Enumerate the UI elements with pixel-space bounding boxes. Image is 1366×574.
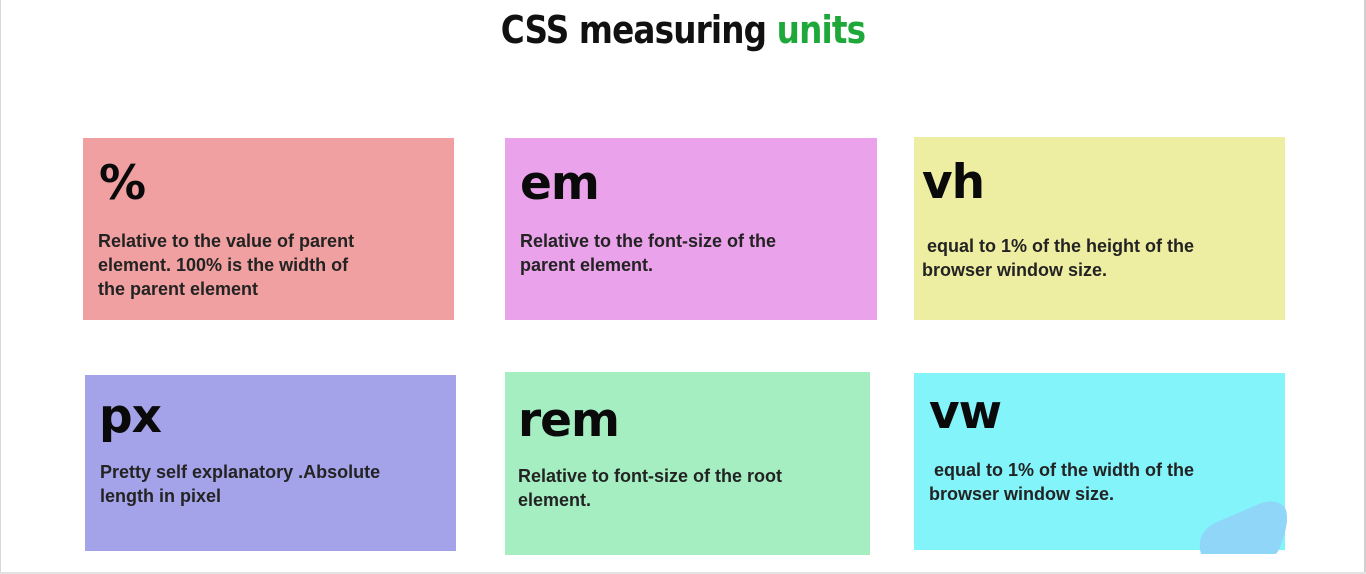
description-line: the parent element: [98, 279, 259, 299]
page-border-left: [0, 0, 1, 574]
unit-symbol: %: [99, 156, 146, 211]
unit-card-vh: vh equal to 1% of the height of the brow…: [914, 137, 1285, 320]
description-line: Relative to the font-size of the: [520, 231, 777, 251]
unit-symbol: vw: [929, 385, 1002, 440]
title-prefix: CSS measuring: [500, 8, 777, 52]
unit-symbol: px: [99, 389, 162, 444]
unit-card-rem: rem Relative to font-size of the root el…: [505, 372, 870, 555]
description-line: element.: [518, 490, 592, 510]
description-line: parent element.: [520, 255, 654, 275]
unit-description: Relative to the font-size of the parent …: [520, 229, 776, 277]
description-line: length in pixel: [100, 486, 222, 506]
description-line: element. 100% is the width of: [98, 255, 349, 275]
unit-description: equal to 1% of the height of the browser…: [922, 234, 1194, 282]
description-line: equal to 1% of the width of the: [929, 460, 1194, 480]
title-accent: units: [776, 8, 866, 52]
unit-description: Relative to font-size of the root elemen…: [518, 464, 782, 512]
unit-description: equal to 1% of the width of the browser …: [929, 458, 1194, 506]
description-line: Relative to font-size of the root: [518, 466, 783, 486]
description-line: browser window size.: [929, 484, 1115, 504]
unit-card-percent: % Relative to the value of parent elemen…: [83, 138, 454, 320]
unit-symbol: em: [520, 156, 600, 211]
description-line: Pretty self explanatory .Absolute: [100, 462, 381, 482]
unit-symbol: rem: [518, 393, 620, 448]
unit-description: Relative to the value of parent element.…: [98, 229, 354, 301]
description-line: equal to 1% of the height of the: [922, 236, 1194, 256]
unit-card-px: px Pretty self explanatory .Absolute len…: [85, 375, 456, 551]
unit-symbol: vh: [922, 155, 985, 210]
unit-card-em: em Relative to the font-size of the pare…: [505, 138, 877, 320]
unit-description: Pretty self explanatory .Absolute length…: [100, 460, 380, 508]
page-title: CSS measuring units: [96, 8, 1271, 52]
unit-card-vw: vw equal to 1% of the width of the brows…: [914, 373, 1285, 550]
description-line: browser window size.: [922, 260, 1108, 280]
description-line: Relative to the value of parent: [98, 231, 355, 251]
